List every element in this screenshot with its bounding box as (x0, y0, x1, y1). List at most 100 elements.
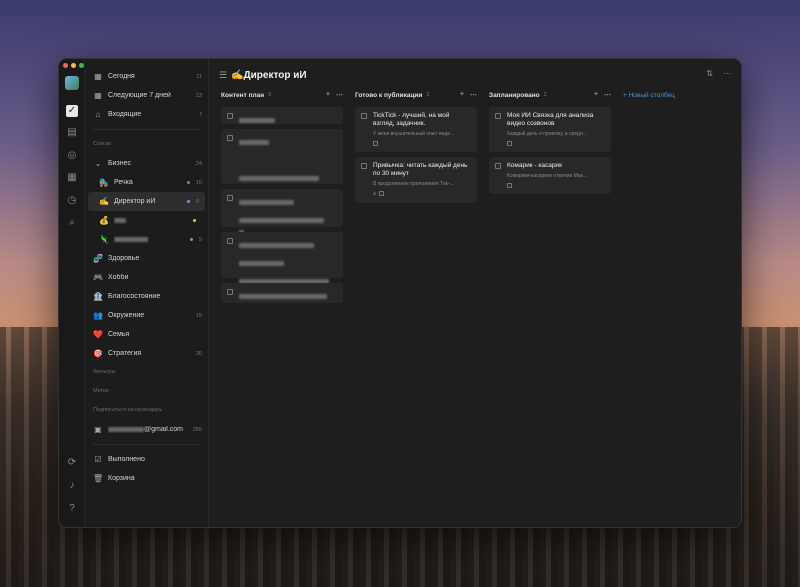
calendar-subscription-heading[interactable]: Подписаться на календарь (85, 401, 208, 420)
divider (93, 129, 200, 130)
sidebar-item-rechka[interactable]: 🛼 Речка 10 (85, 173, 208, 192)
sidebar-item-calendar-account[interactable]: ▣ @gmail.com 255 (85, 420, 208, 439)
attachment-icon: ⌀ (373, 191, 377, 197)
sidebar-item-inbox[interactable]: ⌂ Входящие 7 (85, 105, 208, 124)
task-checkbox[interactable] (495, 163, 501, 169)
task-description: Каждый день я провожу, в средн... (507, 131, 587, 137)
sidebar-item-environment[interactable]: 👥 Окружение 15 (85, 306, 208, 325)
sidebar-item-count: 5 (198, 236, 202, 243)
add-task-icon[interactable]: + (594, 91, 598, 99)
clock-icon[interactable]: ◷ (66, 195, 78, 207)
sidebar-item-count: 15 (195, 312, 202, 319)
avatar[interactable] (65, 76, 79, 90)
task-title: TickTick - лучший, на мой взгляд, задачн… (373, 112, 450, 127)
task-card[interactable]: TickTick - лучший, на мой взгляд, задачн… (355, 107, 477, 152)
bell-icon[interactable]: ♪ (66, 480, 78, 492)
calendar-today-icon: ▦ (94, 71, 102, 81)
add-task-icon[interactable]: + (326, 91, 330, 99)
lists-heading: Списки (93, 141, 112, 147)
task-checkbox[interactable] (227, 238, 233, 244)
close-window-button[interactable] (63, 63, 68, 68)
task-checkbox[interactable] (227, 135, 233, 141)
column-ready-to-publish: Готово к публикации 2 + ⋯ TickTick - луч… (355, 89, 477, 308)
writing-hand-icon: ✍️ (99, 196, 109, 206)
task-checkbox[interactable] (227, 289, 233, 295)
app-window: ✓ ▤ ◎ ▦ ◷ ⌕ ⟳ ♪ ? ▦ Сегодня 11 ▦ Следующ… (58, 58, 742, 528)
chevron-down-icon[interactable]: ⌄ (93, 159, 103, 169)
column-count: 2 (543, 92, 547, 98)
task-checkbox[interactable] (495, 113, 501, 119)
target-icon: 🎯 (93, 348, 103, 358)
task-card[interactable] (221, 129, 343, 236)
task-checkbox-icon[interactable]: ✓ (66, 105, 78, 117)
sidebar-item-hobby[interactable]: 🎮 Хобби (85, 268, 208, 287)
task-checkbox[interactable] (227, 195, 233, 201)
search-icon[interactable]: ⌕ (66, 217, 78, 229)
sidebar-item-director-ai[interactable]: ✍️ Директор иИ 9 (88, 192, 205, 211)
calendar-week-icon: ▦ (94, 90, 102, 100)
task-checkbox[interactable] (361, 163, 367, 169)
column-actions: + ⋯ (460, 91, 477, 99)
sidebar-item-family[interactable]: ❤️ Семья (85, 325, 208, 344)
sidebar-item-count: 7 (198, 111, 202, 118)
task-card[interactable] (221, 189, 343, 242)
tags-heading[interactable]: Метки (85, 382, 208, 401)
sync-icon[interactable]: ⟳ (66, 457, 78, 469)
sidebar-item-health[interactable]: 🧬 Здоровье (85, 249, 208, 268)
column-actions: + ⋯ (326, 91, 343, 99)
redacted-label (114, 236, 190, 243)
add-task-icon[interactable]: + (460, 91, 464, 99)
sidebar-item-money[interactable]: 💰 (85, 211, 208, 230)
column-title: Запланировано (489, 91, 540, 99)
money-bag-icon: 💰 (99, 215, 109, 225)
sidebar-item-label: Семья (108, 331, 130, 338)
task-checkbox[interactable] (227, 113, 233, 119)
sidebar-item-label: Директор иИ (114, 198, 156, 205)
column-header: Готово к публикации 2 + ⋯ (355, 89, 477, 101)
more-options-icon[interactable]: ⋯ (336, 91, 343, 99)
sidebar: ▦ Сегодня 11 ▦ Следующие 7 дней 13 ⌂ Вхо… (85, 59, 209, 527)
focus-timer-icon[interactable]: ◎ (66, 150, 78, 162)
sort-icon[interactable]: ⇅ (706, 69, 713, 78)
sidebar-item-label: Здоровье (108, 255, 140, 262)
note-icon (507, 141, 512, 146)
task-card[interactable]: Комарик - касарик Комарики-касарики отме… (489, 157, 611, 194)
filters-heading[interactable]: Фильтры (85, 363, 208, 382)
sidebar-item-strategy[interactable]: 🎯 Стратегия 20 (85, 344, 208, 363)
more-options-icon[interactable]: ⋯ (723, 69, 731, 78)
trash-icon: 🗑 (93, 473, 104, 483)
note-icon (507, 183, 512, 188)
redacted-label (114, 217, 193, 224)
more-options-icon[interactable]: ⋯ (470, 91, 477, 99)
lizard-icon: 🦎 (99, 234, 109, 244)
task-card[interactable]: Моя ИИ Связка для анализа видео созвонов… (489, 107, 611, 152)
task-card[interactable] (221, 283, 343, 303)
sidebar-item-next-7-days[interactable]: ▦ Следующие 7 дней 13 (85, 86, 208, 105)
sidebar-item-trash[interactable]: 🗑 Корзина (85, 469, 208, 488)
sidebar-item-today[interactable]: ▦ Сегодня 11 (85, 67, 208, 86)
minimize-window-button[interactable] (71, 63, 76, 68)
bank-icon: 🏦 (93, 291, 103, 301)
maximize-window-button[interactable] (79, 63, 84, 68)
new-column-button[interactable]: + Новый столбец (623, 89, 675, 101)
kanban-columns: Контент план 5 + ⋯ Готово к публикации 2… (221, 89, 675, 308)
sidebar-item-label: Следующие 7 дней (108, 92, 171, 99)
sidebar-item-completed[interactable]: ☑ Выполнено (85, 450, 208, 469)
more-options-icon[interactable]: ⋯ (604, 91, 611, 99)
sidebar-item-lizard[interactable]: 🦎 5 (85, 230, 208, 249)
task-card[interactable] (221, 107, 343, 124)
help-icon[interactable]: ? (66, 503, 78, 515)
sidebar-folder-business[interactable]: ⌄ Бизнес 24 (85, 154, 208, 173)
task-meta (507, 141, 605, 146)
task-card[interactable] (221, 232, 343, 303)
grid-icon[interactable]: ▦ (66, 172, 78, 184)
menu-icon[interactable]: ☰ (219, 70, 227, 81)
sidebar-item-wealth[interactable]: 🏦 Благосостояние (85, 287, 208, 306)
sidebar-item-count: 255 (192, 426, 202, 433)
task-card[interactable]: Привычка: читать каждый день по 30 минут… (355, 157, 477, 203)
calendar-icon[interactable]: ▤ (66, 127, 78, 139)
sidebar-item-label: Входящие (108, 111, 142, 118)
task-checkbox[interactable] (361, 113, 367, 119)
dna-icon: 🧬 (93, 253, 103, 263)
column-title: Готово к публикации (355, 91, 423, 99)
